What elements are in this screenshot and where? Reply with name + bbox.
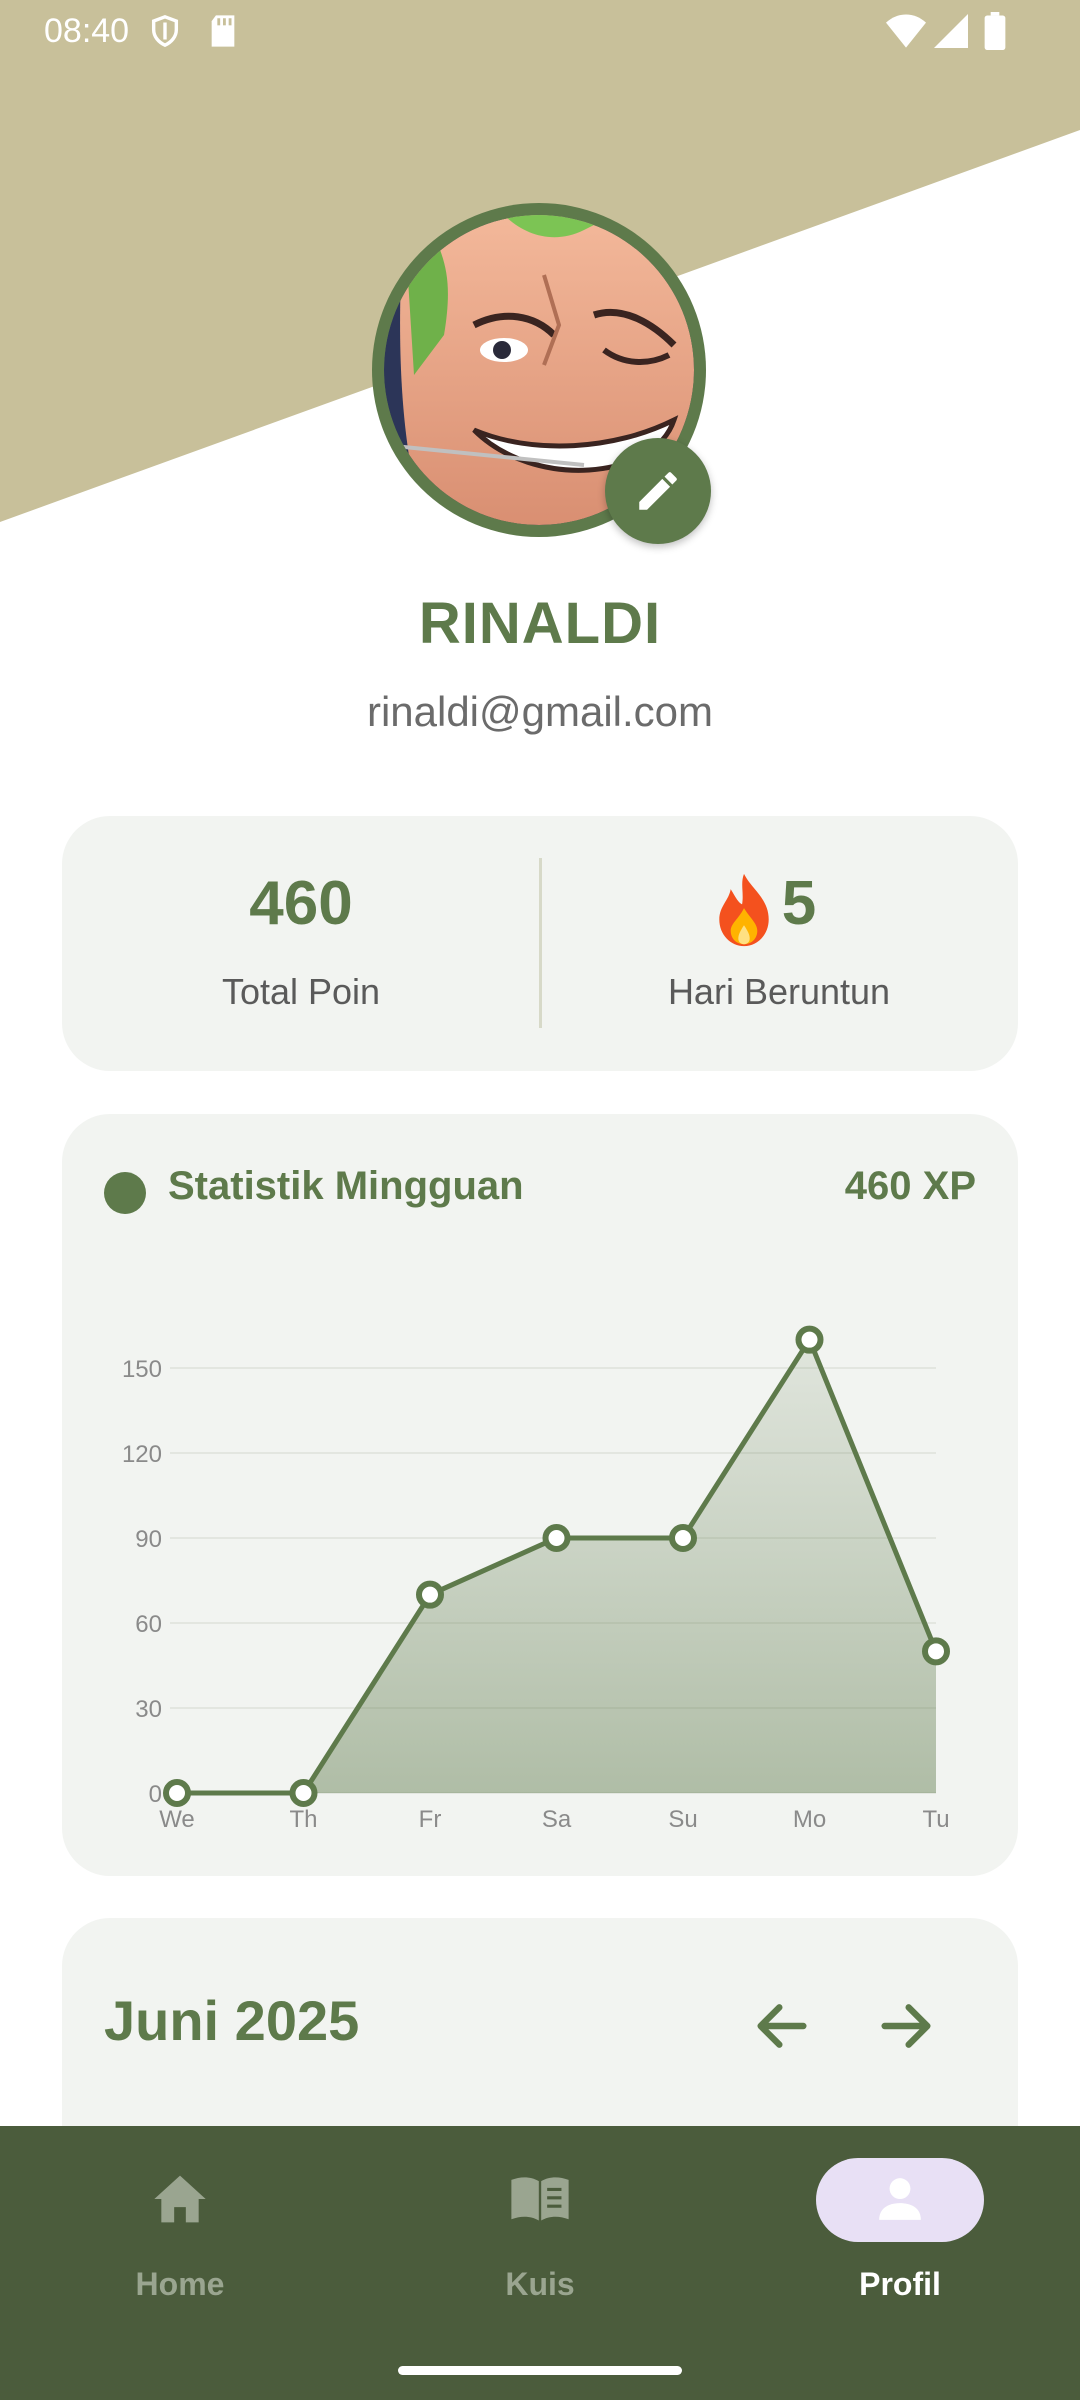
streak-value: 5 <box>781 869 817 938</box>
bottom-navigation: Home Kuis Profil <box>0 2126 1080 2400</box>
status-time: 08:40 <box>44 12 130 50</box>
person-icon <box>855 2164 945 2234</box>
calendar-month-title: Juni 2025 <box>104 1989 360 2052</box>
home-indicator <box>398 2366 682 2375</box>
total-points-label: Total Poin <box>221 971 381 1012</box>
streak-label: Hari Beruntun <box>667 971 891 1012</box>
chart-y-tick-label: 60 <box>135 1611 162 1638</box>
nav-item-home[interactable]: Home <box>0 2126 360 2326</box>
chart-point-su[interactable] <box>669 1524 697 1552</box>
weekly-xp: 460 XP <box>844 1164 976 1208</box>
nav-label-home: Home <box>135 2266 225 2302</box>
weekly-title-dot <box>104 1172 146 1214</box>
book-icon <box>495 2164 585 2234</box>
nav-label-profil: Profil <box>859 2266 941 2302</box>
chart-x-tick-label: Mo <box>793 1806 826 1833</box>
chart-y-tick-label: 0 <box>149 1781 162 1808</box>
nav-item-profil[interactable]: Profil <box>720 2126 1080 2326</box>
signal-icon <box>934 14 968 48</box>
nav-item-kuis[interactable]: Kuis <box>360 2126 720 2326</box>
total-points-value: 460 <box>249 869 353 938</box>
chart-x-tick-label: We <box>159 1806 195 1833</box>
chart-y-tick-label: 90 <box>135 1526 162 1553</box>
shield-icon <box>151 15 179 48</box>
weekly-title: Statistik Mingguan <box>168 1164 524 1208</box>
fire-icon <box>719 873 769 947</box>
chart-point-sa[interactable] <box>542 1524 571 1552</box>
arrow-right-icon[interactable] <box>874 1994 938 2058</box>
weekly-stats-card: 0 30 60 90 120 150 We Th Fr Sa Su Mo Tu Statistik M… <box>62 1114 1018 1876</box>
chart-y-tick-label: 150 <box>122 1356 162 1383</box>
streak-stat: 5 Hari Beruntun <box>540 816 1018 1071</box>
chart-x-tick-label: Su <box>668 1806 697 1833</box>
chart-y-tick-label: 30 <box>135 1696 162 1723</box>
chart-x-tick-label: Th <box>289 1806 317 1833</box>
home-icon <box>135 2164 225 2234</box>
chart-y-tick-label: 120 <box>122 1441 162 1468</box>
user-email: rinaldi@gmail.com <box>366 688 714 735</box>
nav-label-kuis: Kuis <box>505 2266 575 2302</box>
status-bar: 08:40 <box>0 0 1080 62</box>
chart-x-tick-label: Tu <box>922 1806 949 1833</box>
chart-point-th[interactable] <box>289 1779 318 1807</box>
pencil-icon <box>639 472 677 510</box>
weekly-chart: 0 30 60 90 120 150 We Th Fr Sa Su Mo Tu <box>122 1325 950 1833</box>
battery-icon <box>984 12 1006 50</box>
chart-x-tick-label: Sa <box>542 1806 572 1833</box>
wifi-icon <box>886 14 926 48</box>
sd-card-icon <box>211 15 235 47</box>
chart-point-tu[interactable] <box>922 1637 950 1666</box>
arrow-left-icon[interactable] <box>750 1994 814 2058</box>
total-points-stat: 460 Total Poin <box>62 816 540 1071</box>
chart-point-fr[interactable] <box>416 1580 444 1609</box>
edit-avatar-button[interactable] <box>605 438 711 544</box>
user-name: RINALDI <box>418 591 662 656</box>
chart-point-we[interactable] <box>163 1779 191 1807</box>
stats-card: 460 Total Poin 5 Hari Beruntun <box>62 816 1018 1071</box>
chart-point-mo[interactable] <box>795 1325 824 1354</box>
chart-area <box>177 1339 936 1793</box>
chart-x-tick-label: Fr <box>419 1806 442 1833</box>
